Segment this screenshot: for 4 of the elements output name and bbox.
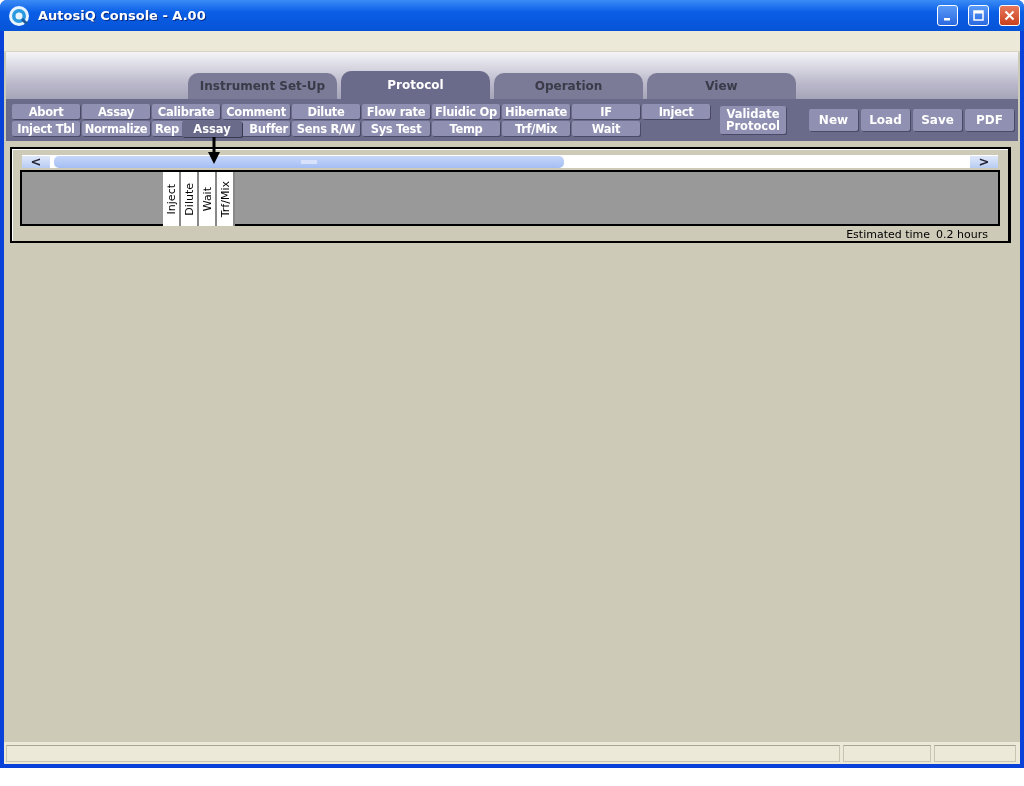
drag-tooltip: Assay xyxy=(182,121,242,137)
estimated-time-label: Estimated time xyxy=(846,228,931,241)
estimated-time-value: 0.2 hours xyxy=(936,228,988,241)
window-title: AutosiQ Console - A.00 xyxy=(38,8,207,23)
